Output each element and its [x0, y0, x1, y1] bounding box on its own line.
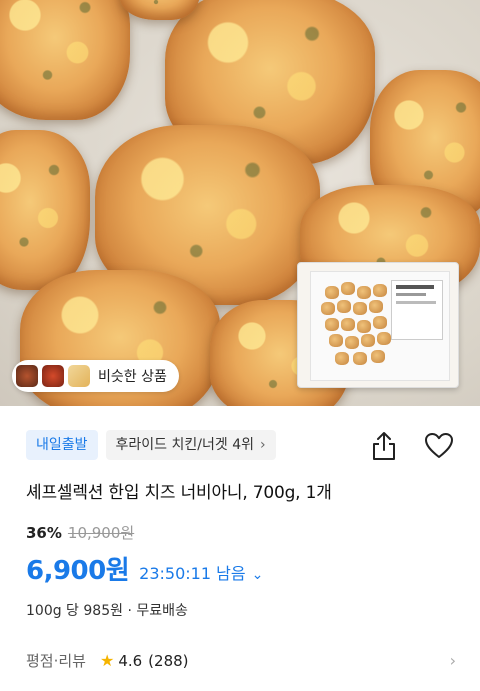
- similar-thumb: [16, 365, 38, 387]
- similar-thumb: [42, 365, 64, 387]
- tag-row: 내일출발 후라이드 치킨/너겟 4위 ›: [26, 430, 276, 460]
- star-icon: ★: [99, 651, 115, 670]
- nugget-shape: [0, 130, 90, 290]
- rating-label: 평점·리뷰: [26, 652, 86, 670]
- chevron-right-icon: ›: [259, 437, 266, 453]
- review-count: (288): [148, 651, 189, 670]
- discount-percent: 36%: [26, 524, 62, 542]
- package: [310, 271, 450, 381]
- countdown-timer[interactable]: 23:50:11 남음: [139, 560, 245, 584]
- product-image[interactable]: 비슷한 상품: [0, 0, 480, 406]
- price-row: 6,900원 23:50:11 남음 ⌄: [26, 550, 263, 587]
- similar-products-button[interactable]: 비슷한 상품: [12, 360, 179, 392]
- package-thumbnail: [297, 262, 459, 388]
- ranking-badge[interactable]: 후라이드 치킨/너겟 4위 ›: [105, 430, 276, 460]
- unit-price-shipping: 100g 당 985원 · 무료배송: [26, 603, 188, 619]
- rating-row[interactable]: 평점·리뷰 ★ 4.6 (288) ›: [26, 650, 456, 671]
- chevron-right-icon[interactable]: ›: [450, 651, 456, 670]
- chevron-down-icon[interactable]: ⌄: [252, 567, 264, 583]
- rating-score: 4.6: [118, 651, 143, 670]
- discount-row: 36% 10,900원: [26, 522, 134, 543]
- original-price: 10,900원: [67, 524, 135, 542]
- ranking-label: 후라이드 치킨/너겟 4위: [115, 437, 254, 453]
- heart-icon[interactable]: [424, 432, 454, 460]
- sale-price: 6,900원: [26, 556, 130, 586]
- share-icon[interactable]: [370, 430, 398, 462]
- nugget-shape: [0, 0, 130, 120]
- package-label: [391, 280, 443, 340]
- similar-label: 비슷한 상품: [98, 369, 167, 385]
- delivery-badge: 내일출발: [26, 430, 98, 460]
- similar-thumb: [68, 365, 90, 387]
- product-title: 셰프셀렉션 한입 치즈 너비아니, 700g, 1개: [26, 483, 332, 503]
